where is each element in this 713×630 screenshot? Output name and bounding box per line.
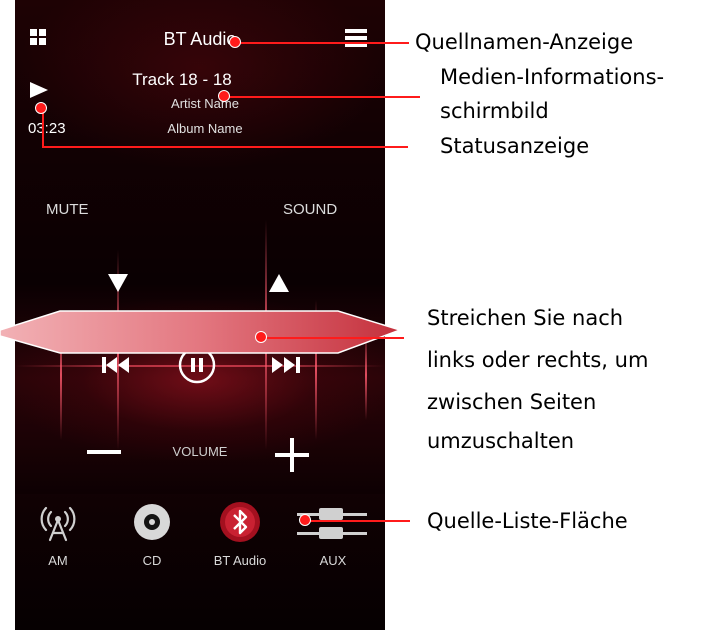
volume-down-button[interactable] <box>87 450 121 454</box>
sound-button[interactable]: SOUND <box>283 201 337 218</box>
bluetooth-icon[interactable] <box>218 500 262 544</box>
album-name: Album Name <box>167 121 243 136</box>
source-name-display: BT Audio <box>163 29 237 49</box>
callout-line-source-list <box>306 520 410 522</box>
callout-source-list-area: Quelle-Liste-Fläche <box>427 509 628 533</box>
source-label-am: AM <box>48 553 68 568</box>
callout-dot-source-list <box>299 514 311 526</box>
previous-track-icon[interactable] <box>102 357 130 373</box>
callout-line-status <box>42 146 408 148</box>
next-track-icon[interactable] <box>272 357 300 373</box>
callout-line-source-name <box>236 42 409 44</box>
volume-label: VOLUME <box>172 444 228 459</box>
callout-dot-status <box>35 102 47 114</box>
elapsed-time: 03:23 <box>28 120 66 137</box>
track-down-icon[interactable] <box>108 274 128 292</box>
disc-icon[interactable] <box>132 502 172 542</box>
callout-swipe-line1: Streichen Sie nach <box>427 306 624 330</box>
antenna-icon[interactable] <box>39 504 77 542</box>
grid-menu-icon[interactable] <box>30 29 47 46</box>
callout-media-info-line1: Medien-Informations- <box>440 65 665 89</box>
callout-media-info-line2: schirmbild <box>440 99 549 123</box>
track-up-icon[interactable] <box>269 274 289 292</box>
callout-swipe-line4: umzuschalten <box>427 429 575 453</box>
volume-up-button[interactable] <box>275 438 309 472</box>
source-label-cd: CD <box>142 553 162 568</box>
callout-swipe-line3: zwischen Seiten <box>427 390 597 414</box>
swipe-area-band[interactable] <box>0 310 400 354</box>
callout-line-swipe <box>264 337 404 339</box>
artist-name: Artist Name <box>171 96 239 111</box>
callout-status-display: Statusanzeige <box>440 134 590 158</box>
callout-source-name-display: Quellnamen-Anzeige <box>415 30 634 54</box>
play-status-icon <box>30 82 48 98</box>
track-info: Track 18 - 18 <box>132 70 232 89</box>
callout-swipe-line2: links oder rechts, um <box>427 348 649 372</box>
callout-dot-swipe <box>255 331 267 343</box>
source-label-bt-audio: BT Audio <box>213 553 267 568</box>
callout-dot-source-name <box>229 36 241 48</box>
mute-button[interactable]: MUTE <box>46 201 89 218</box>
source-label-aux: AUX <box>319 553 347 568</box>
callout-line-status-vertical <box>42 111 44 147</box>
callout-dot-media-info <box>218 90 230 102</box>
callout-line-media-info <box>225 96 420 98</box>
